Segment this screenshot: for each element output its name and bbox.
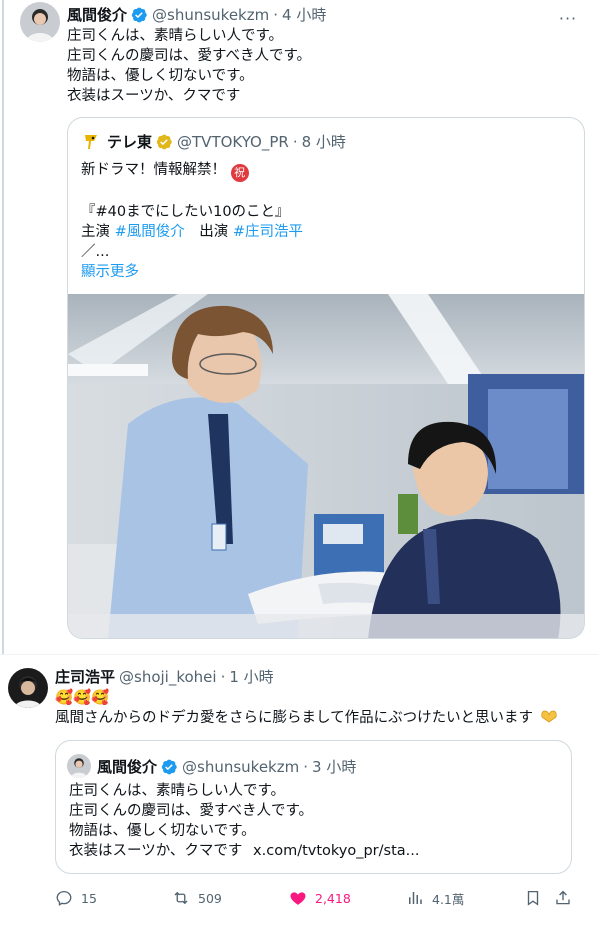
tweet-line: 物語は、優しく切ないです。: [67, 68, 254, 84]
quote-text: 庄司くんは、素晴らしい人です。 庄司くんの慶司は、愛すべき人です。 物語は、優し…: [69, 781, 419, 861]
quote-url-link[interactable]: x.com/tvtokyo_pr/sta...: [253, 843, 419, 859]
action-bar: 15 509 2,418 4.1萬: [55, 884, 575, 912]
retweet-button[interactable]: 509: [172, 884, 222, 912]
hashtag-link[interactable]: #庄司浩平: [233, 224, 303, 240]
author-name[interactable]: 風間俊介: [67, 4, 127, 25]
quoted-tweet[interactable]: 風間俊介 @shunsukekzm · 3 小時 庄司くんは、素晴らしい人です。…: [55, 740, 572, 874]
quote-line: 庄司くんの慶司は、愛すべき人です。: [69, 803, 314, 819]
quote-time[interactable]: 3 小時: [312, 756, 356, 777]
quote-author-handle[interactable]: @shunsukekzm: [182, 758, 299, 776]
quote-line: 新ドラマ！情報解禁！ 祝: [81, 160, 303, 182]
separator-dot: ·: [303, 757, 309, 776]
thread-connector: [2, 0, 4, 654]
drama-photo[interactable]: [68, 294, 584, 638]
tweet-line: 庄司くんの慶司は、愛すべき人です。: [67, 48, 312, 64]
heart-filled-icon: [290, 892, 306, 905]
quote-author-name[interactable]: テレ東: [107, 131, 152, 152]
author-name[interactable]: 庄司浩平: [55, 666, 115, 687]
bookmark-button[interactable]: [524, 884, 550, 912]
quote-line-text: 衣装はスーツか、クマです: [69, 843, 243, 859]
tweet-text: 庄司くんは、素晴らしい人です。 庄司くんの慶司は、愛すべき人です。 物語は、優し…: [67, 26, 311, 106]
more-options-icon[interactable]: ···: [556, 6, 580, 30]
share-icon: [556, 890, 570, 905]
quote-header: テレ東 @TVTOKYO_PR · 8 小時: [81, 131, 346, 152]
reply-button[interactable]: 15: [55, 884, 97, 912]
quote-time[interactable]: 8 小時: [302, 131, 346, 152]
separator-dot: ·: [273, 5, 279, 24]
quote-text: 新ドラマ！情報解禁！ 祝 『#40までにしたい10のこと』 主演 #風間俊介 出…: [81, 160, 303, 282]
tweet-time[interactable]: 4 小時: [282, 4, 326, 25]
author-avatar[interactable]: [8, 668, 48, 708]
quote-author-handle[interactable]: @TVTOKYO_PR: [177, 133, 289, 151]
verified-badge-icon: [161, 759, 177, 774]
avatar-image: [8, 668, 48, 708]
quote-author-name[interactable]: 風間俊介: [97, 756, 157, 777]
heart-hands-icon: [541, 710, 557, 723]
reply-icon: [56, 890, 72, 906]
hashtag-link[interactable]: #風間俊介: [115, 224, 185, 240]
author-avatar[interactable]: [20, 2, 60, 42]
emoji-line: 🥰🥰🥰: [55, 690, 110, 706]
tweet-line: 風間さんからのドデカ愛をさらに膨らまして作品にぶつけたいと思います: [55, 708, 558, 728]
quote-line: 『#40までにしたい10のこと』: [81, 204, 290, 220]
celebration-emoji-icon: 祝: [230, 164, 249, 182]
tweet-text: 🥰🥰🥰 風間さんからのドデカ愛をさらに膨らまして作品にぶつけたいと思います: [55, 688, 558, 728]
tweet-main[interactable]: 風間俊介 @shunsukekzm · 4 小時 ··· 庄司くんは、素晴らしい…: [0, 0, 598, 656]
avatar-image: [20, 2, 60, 42]
author-handle[interactable]: @shoji_kohei: [119, 668, 217, 686]
tweet-line: 庄司くんは、素晴らしい人です。: [67, 28, 284, 44]
show-more-link[interactable]: 顯示更多: [81, 262, 303, 282]
tvtokyo-logo-icon: [85, 134, 97, 149]
quote-line-text: 新ドラマ！情報解禁！: [81, 162, 226, 178]
tweet-divider: [0, 654, 598, 655]
tweet-header: 風間俊介 @shunsukekzm · 4 小時: [67, 4, 326, 25]
quote-header: 風間俊介 @shunsukekzm · 3 小時: [97, 756, 356, 777]
verified-gold-badge-icon: [156, 134, 172, 149]
like-count: 2,418: [315, 890, 351, 906]
quote-line: 主演 #風間俊介 出演 #庄司浩平: [81, 222, 303, 242]
quote-line: 庄司くんは、素晴らしい人です。: [69, 783, 286, 799]
separator-dot: ·: [292, 132, 298, 151]
like-button[interactable]: 2,418: [289, 884, 351, 912]
tweet-line: 衣装はスーツか、クマです: [67, 88, 241, 104]
quote-line-text: 主演: [81, 224, 115, 240]
avatar-image: [67, 754, 91, 778]
separator-dot: ·: [220, 667, 226, 686]
view-count: 4.1萬: [432, 891, 465, 907]
quote-author-avatar[interactable]: [67, 754, 91, 778]
tweet-time[interactable]: 1 小時: [229, 666, 273, 687]
retweet-icon: [174, 891, 188, 905]
quote-line-text: 出演: [184, 224, 233, 240]
tweet-line-text: 風間さんからのドデカ愛をさらに膨らまして作品にぶつけたいと思います: [55, 710, 534, 726]
bookmark-icon: [527, 890, 539, 906]
verified-badge-icon: [131, 7, 147, 22]
retweet-count: 509: [198, 890, 222, 906]
views-button[interactable]: 4.1萬: [406, 884, 464, 912]
photo-image: [68, 294, 584, 638]
reply-count: 15: [81, 890, 97, 906]
author-handle[interactable]: @shunsukekzm: [152, 6, 269, 24]
quote-line: ／...: [81, 244, 110, 260]
share-button[interactable]: [554, 884, 580, 912]
quote-line: 衣装はスーツか、クマです x.com/tvtokyo_pr/sta...: [69, 841, 419, 861]
tweet-header: 庄司浩平 @shoji_kohei · 1 小時: [55, 666, 274, 687]
quote-line: 物語は、優しく切ないです。: [69, 823, 256, 839]
quoted-tweet[interactable]: テレ東 @TVTOKYO_PR · 8 小時 新ドラマ！情報解禁！ 祝 『#40…: [67, 117, 585, 639]
analytics-icon: [409, 892, 422, 904]
